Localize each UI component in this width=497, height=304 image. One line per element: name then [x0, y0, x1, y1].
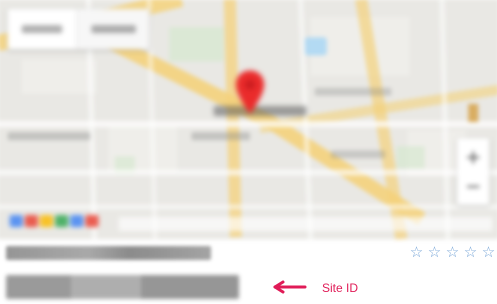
zoom-in-icon[interactable] [467, 151, 480, 164]
logo-swatch [55, 214, 69, 228]
map-park [396, 146, 425, 169]
logo-swatch [9, 214, 23, 228]
map-label [330, 150, 386, 159]
map-water [304, 37, 327, 56]
site-id-label: Site ID [322, 281, 359, 295]
map-poi [468, 103, 479, 123]
map-listing-card: ☆ ☆ ☆ ☆ ☆ Site ID [0, 0, 497, 304]
map-attribution-bar [118, 216, 493, 232]
logo-swatch [85, 214, 99, 228]
pin-center [244, 79, 256, 90]
site-name-redacted [6, 246, 211, 260]
map-label [7, 132, 91, 141]
logo-swatch [70, 214, 84, 228]
map-provider-logo [9, 214, 101, 230]
zoom-control[interactable] [457, 138, 490, 205]
map-type-tab-map[interactable] [7, 8, 78, 50]
map-type-control[interactable] [7, 8, 150, 50]
star-icon: ☆ [481, 243, 496, 261]
map-label [191, 132, 251, 141]
map-type-tab-label [91, 25, 136, 34]
left-arrow-icon [265, 279, 307, 295]
logo-swatch [39, 214, 54, 228]
map-block [21, 59, 97, 94]
map-road [223, 0, 242, 238]
location-pin-icon[interactable] [234, 70, 266, 116]
pin-body [235, 70, 265, 114]
star-icon: ☆ [427, 243, 442, 261]
star-rating: ☆ ☆ ☆ ☆ ☆ [408, 244, 497, 260]
map-park [169, 27, 224, 62]
zoom-out-icon[interactable] [467, 181, 480, 193]
map-type-tab-label [21, 25, 63, 34]
logo-swatch [24, 214, 38, 228]
map-type-tab-satellite[interactable] [77, 8, 150, 50]
star-icon: ☆ [445, 243, 460, 261]
site-id-redacted [6, 275, 239, 299]
map-view[interactable] [0, 0, 497, 240]
star-icon: ☆ [409, 243, 424, 261]
pin-shape [235, 70, 265, 114]
map-label [314, 87, 392, 96]
arrow-shape [273, 280, 307, 294]
star-icon: ☆ [463, 243, 478, 261]
